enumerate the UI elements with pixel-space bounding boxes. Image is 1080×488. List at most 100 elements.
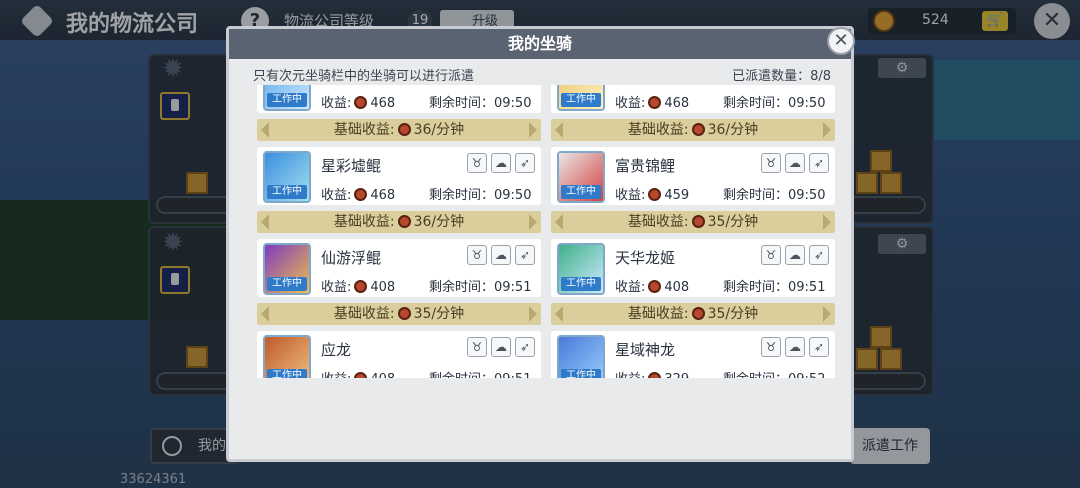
remaining-time: 剩余时间：09:51 (429, 368, 531, 378)
mount-tags: ♉ ☁ ➶ (761, 336, 833, 357)
earnings: 收益: 329 (615, 368, 689, 378)
base-income-rate: 36/分钟 (413, 214, 465, 230)
earnings-value: 408 (664, 280, 690, 295)
earnings-label: 收益: (321, 188, 352, 203)
horns-icon[interactable]: ♉ (467, 337, 487, 357)
earnings-label: 收益: (321, 372, 351, 378)
coin-icon (648, 96, 662, 109)
wing-icon[interactable]: ➶ (515, 245, 535, 265)
base-income-bar: 基础收益: 36/分钟 (257, 119, 541, 141)
mount-card-body: 工作中 仙游浮鲲 ♉ ☁ ➶ 收益: 408 剩余时间：09:51 (257, 239, 541, 297)
coin-icon (648, 280, 662, 293)
mount-card-body: 工作中 应龙 ♉☁➶ 收益: 408 剩余时间：09:51 (257, 331, 541, 378)
base-income-rate: 35/分钟 (707, 306, 759, 322)
base-income-bar: 基础收益: 35/分钟 (257, 303, 541, 325)
mount-avatar: 工作中 (263, 243, 311, 295)
mount-name: 星域神龙 (615, 341, 676, 359)
dispatch-hint: 只有次元坐骑栏中的坐骑可以进行派遣 (253, 69, 475, 84)
wing-icon[interactable]: ➶ (809, 337, 829, 357)
coin-icon (354, 96, 368, 109)
horns-icon[interactable]: ♉ (761, 153, 781, 173)
remaining-time: 剩余时间：09:50 (723, 96, 826, 111)
base-income-label: 基础收益: (627, 214, 689, 230)
mount-tags: ♉ ☁ ➶ (761, 244, 833, 265)
coin-icon (354, 280, 368, 293)
remaining-time: 剩余时间：09:50 (429, 188, 532, 203)
mount-card-body: 工作中 星彩墟鲲 ♉ ☁ ➶ 收益: 468 剩余时间：09:50 (257, 147, 541, 205)
status-badge: 工作中 (267, 277, 307, 291)
mount-card[interactable]: 工作中 星彩墟鲲 ♉ ☁ ➶ 收益: 468 剩余时间：09:50 基础收益: 36/分… (257, 147, 541, 241)
mount-avatar: 工作中 (557, 335, 605, 378)
mount-tags: ♉ ☁ ➶ (761, 152, 833, 173)
mount-name: 应龙 (321, 341, 352, 359)
base-income-bar: 基础收益: 36/分钟 (257, 211, 541, 233)
earnings: 收益: 408 (321, 276, 395, 295)
wing-icon[interactable]: ➶ (515, 153, 535, 173)
mount-avatar: 工作中 (557, 243, 605, 295)
mount-card[interactable]: 工作中 仙游浮鲲 ♉ ☁ ➶ 收益: 408 剩余时间：09:51 基础收益: 35/分… (257, 239, 541, 333)
mount-name: 星彩墟鲲 (321, 157, 382, 175)
horns-icon[interactable]: ♉ (467, 153, 487, 173)
earnings-label: 收益: (615, 188, 646, 203)
status-badge: 工作中 (561, 277, 601, 291)
cloud-icon[interactable]: ☁ (785, 337, 805, 357)
base-income-bar: 基础收益: 35/分钟 (551, 303, 835, 325)
remaining-time: 剩余时间：09:50 (429, 96, 532, 111)
mount-list[interactable]: 工作中 ♉☁➶ 收益:468 剩余时间：09:50 基础收益:36/分钟 工作中… (253, 85, 837, 378)
horns-icon[interactable]: ♉ (761, 337, 781, 357)
base-income-rate: 35/分钟 (413, 306, 465, 322)
cloud-icon[interactable]: ☁ (785, 153, 805, 173)
coin-icon (397, 215, 411, 228)
status-badge: 工作中 (561, 93, 601, 107)
cloud-icon[interactable]: ☁ (491, 153, 511, 173)
status-badge: 工作中 (267, 185, 307, 199)
mount-avatar: 工作中 (263, 151, 311, 203)
wing-icon[interactable]: ➶ (809, 245, 829, 265)
horns-icon[interactable]: ♉ (467, 245, 487, 265)
mount-card[interactable]: 工作中 应龙 ♉☁➶ 收益: 408 剩余时间：09:51 (257, 331, 541, 378)
base-income-bar: 基础收益: 35/分钟 (551, 211, 835, 233)
base-income-label: 基础收益: (333, 122, 395, 138)
earnings-value: 329 (664, 372, 689, 378)
remaining-time: 剩余时间：09:51 (429, 280, 532, 295)
coin-icon (397, 123, 411, 136)
coin-icon (691, 307, 705, 320)
mount-avatar: 工作中 (263, 335, 311, 378)
dispatch-count: 已派遣数量：8/8 (732, 69, 831, 84)
mount-card[interactable]: 工作中 星域神龙 ♉☁➶ 收益: 329 剩余时间：09:52 (551, 331, 835, 378)
earnings: 收益: 408 (615, 276, 689, 295)
base-income-label: 基础收益: (627, 306, 689, 322)
earnings-label: 收益: (615, 96, 646, 111)
earnings-label: 收益: (321, 96, 352, 111)
mount-card-body: 工作中 ♉☁➶ 收益:468 剩余时间：09:50 (257, 85, 541, 113)
status-badge: 工作中 (561, 369, 601, 378)
coin-icon (354, 372, 368, 378)
coin-icon (691, 123, 705, 136)
cloud-icon[interactable]: ☁ (491, 245, 511, 265)
mount-card[interactable]: 工作中 ♉☁➶ 收益:468 剩余时间：09:50 基础收益:36/分钟 (257, 85, 541, 149)
mount-tags: ♉ ☁ ➶ (467, 336, 539, 357)
mount-card-body: 工作中 ♉☁➶ 收益:468 剩余时间：09:50 (551, 85, 835, 113)
status-badge: 工作中 (561, 185, 601, 199)
earnings: 收益: 468 (321, 184, 395, 203)
dialog-close-button[interactable]: ✕ (827, 27, 855, 55)
mount-name: 天华龙姬 (615, 249, 676, 267)
cloud-icon[interactable]: ☁ (491, 337, 511, 357)
mount-avatar: 工作中 (557, 151, 605, 203)
mount-card[interactable]: 工作中 富贵锦鲤 ♉ ☁ ➶ 收益: 459 剩余时间：09:50 基础收益: 35/分… (551, 147, 835, 241)
mount-card[interactable]: 工作中 ♉☁➶ 收益:468 剩余时间：09:50 基础收益:36/分钟 (551, 85, 835, 149)
mount-name: 仙游浮鲲 (321, 249, 382, 267)
wing-icon[interactable]: ➶ (515, 337, 535, 357)
dialog-title: 我的坐骑 (229, 29, 851, 59)
mount-name: 富贵锦鲤 (615, 157, 676, 175)
earnings-value: 408 (370, 280, 396, 295)
cloud-icon[interactable]: ☁ (785, 245, 805, 265)
mount-tags: ♉ ☁ ➶ (467, 244, 539, 265)
horns-icon[interactable]: ♉ (761, 245, 781, 265)
base-income-label: 基础收益: (333, 306, 395, 322)
status-badge: 工作中 (267, 369, 307, 378)
earnings-label: 收益: (615, 372, 645, 378)
mount-card[interactable]: 工作中 天华龙姬 ♉ ☁ ➶ 收益: 408 剩余时间：09:51 基础收益: 35/分… (551, 239, 835, 333)
earnings-value: 468 (664, 96, 690, 111)
wing-icon[interactable]: ➶ (809, 153, 829, 173)
